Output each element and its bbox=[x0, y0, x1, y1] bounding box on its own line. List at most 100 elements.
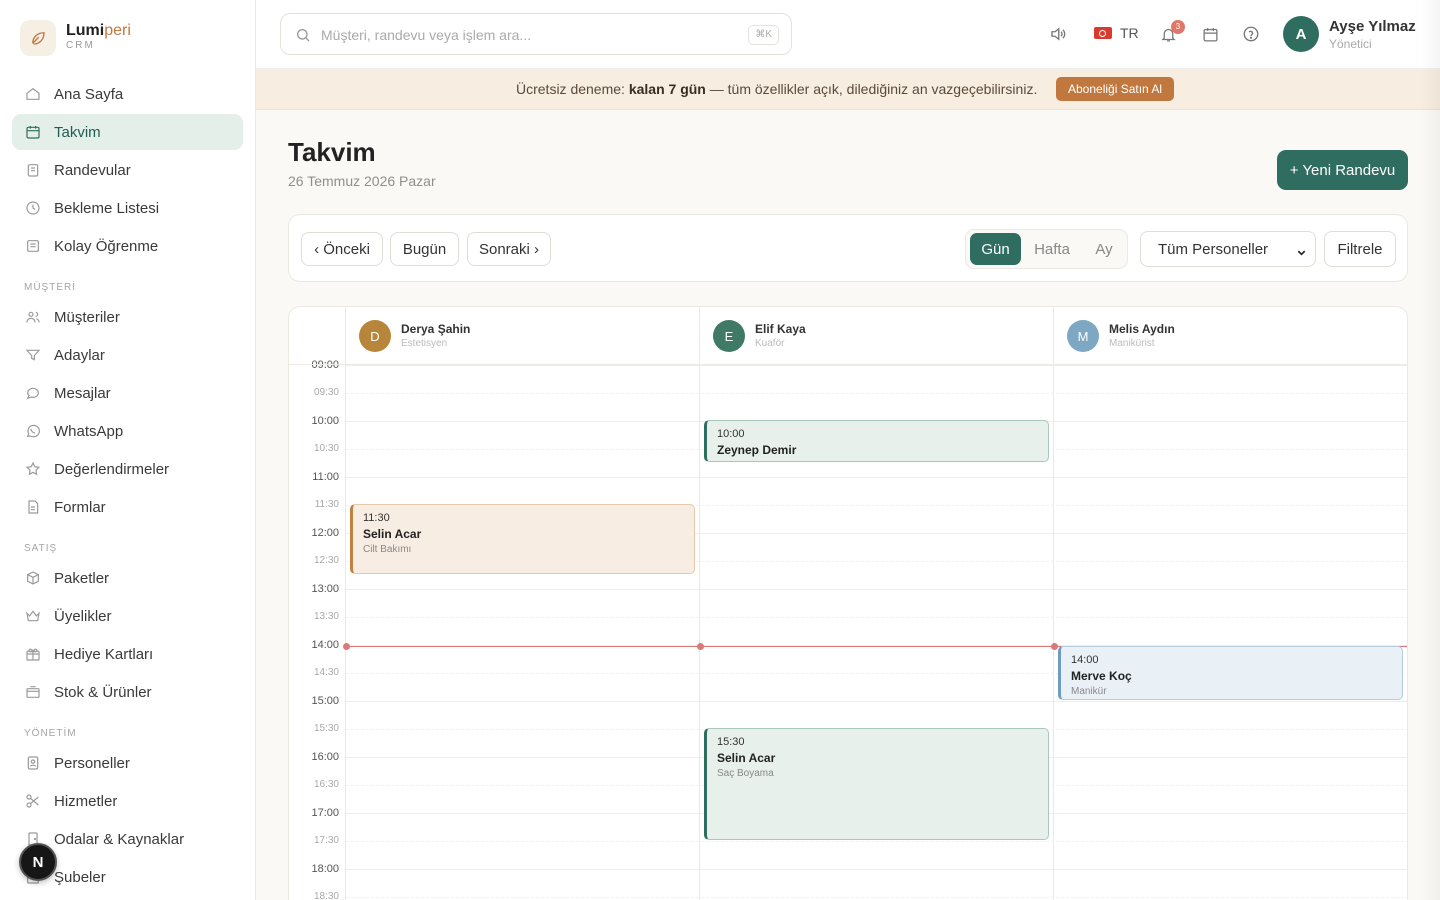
time-slot-line[interactable] bbox=[346, 897, 1407, 898]
sidebar-item-randevular[interactable]: Randevular bbox=[12, 152, 243, 188]
staff-filter-select[interactable]: Tüm Personeller bbox=[1140, 231, 1316, 267]
time-label: 17:30 bbox=[313, 835, 339, 846]
sidebar-item-label: Değerlendirmeler bbox=[54, 460, 170, 478]
sidebar-item-degerlendirmeler[interactable]: Değerlendirmeler bbox=[12, 451, 243, 487]
appointment-time: 14:00 bbox=[1071, 654, 1099, 666]
gift-icon bbox=[24, 645, 42, 663]
search-input[interactable]: Müşteri, randevu veya işlem ara... ⌘K bbox=[280, 13, 792, 55]
sidebar-item-mesajlar[interactable]: Mesajlar bbox=[12, 375, 243, 411]
time-slot-line[interactable] bbox=[346, 393, 1407, 394]
current-time-dot bbox=[697, 643, 704, 650]
box-icon bbox=[24, 569, 42, 587]
sidebar-item-hizmetler[interactable]: Hizmetler bbox=[12, 783, 243, 819]
time-label: 16:00 bbox=[311, 751, 339, 763]
sidebar-item-bekleme-listesi[interactable]: Bekleme Listesi bbox=[12, 190, 243, 226]
staff-column-header[interactable]: E Elif Kaya Kuaför bbox=[713, 319, 806, 353]
staff-role: Manikürist bbox=[1109, 337, 1155, 349]
sidebar-item-label: Şubeler bbox=[54, 868, 106, 886]
brand[interactable]: Lumiperi CRM bbox=[20, 20, 131, 56]
page-title: Takvim bbox=[288, 137, 376, 167]
sidebar-item-label: Müşteriler bbox=[54, 308, 120, 326]
brand-subtitle: CRM bbox=[66, 40, 95, 51]
buy-subscription-button[interactable]: Aboneliği Satın Al bbox=[1056, 77, 1175, 101]
help-icon[interactable] bbox=[1241, 24, 1261, 44]
staff-avatar: M bbox=[1067, 320, 1099, 352]
sidebar-item-ana-sayfa[interactable]: Ana Sayfa bbox=[12, 76, 243, 112]
language-code: TR bbox=[1120, 25, 1139, 41]
today-button[interactable]: Bugün bbox=[390, 232, 459, 266]
view-switcher: Gün Hafta Ay bbox=[965, 229, 1128, 269]
new-appointment-button[interactable]: + Yeni Randevu bbox=[1277, 150, 1408, 190]
time-slot-line[interactable] bbox=[346, 617, 1407, 618]
sidebar-item-label: Ana Sayfa bbox=[54, 85, 124, 103]
staff-avatar: E bbox=[713, 320, 745, 352]
star-icon bbox=[24, 460, 42, 478]
staff-column-header[interactable]: M Melis Aydın Manikürist bbox=[1067, 319, 1175, 353]
sidebar-item-musteriler[interactable]: Müşteriler bbox=[12, 299, 243, 335]
trial-banner: Ücretsiz deneme: kalan 7 gün — tüm özell… bbox=[256, 69, 1440, 110]
appointment-card[interactable]: 11:30 Selin Acar Cilt Bakımı bbox=[350, 504, 695, 574]
time-label: 11:30 bbox=[314, 499, 339, 510]
user-name[interactable]: Ayşe Yılmaz bbox=[1329, 18, 1416, 35]
home-icon bbox=[24, 85, 42, 103]
sidebar-item-stok-urunler[interactable]: Stok & Ürünler bbox=[12, 674, 243, 710]
scissors-icon bbox=[24, 792, 42, 810]
time-slot-line[interactable] bbox=[346, 365, 1407, 366]
brand-name: Lumiperi bbox=[66, 22, 131, 39]
time-slot-line[interactable] bbox=[346, 477, 1407, 478]
view-week-button[interactable]: Hafta bbox=[1024, 233, 1080, 265]
time-slot-line[interactable] bbox=[346, 701, 1407, 702]
calendar-icon[interactable] bbox=[1200, 24, 1220, 44]
column-divider bbox=[345, 307, 346, 900]
view-day-button[interactable]: Gün bbox=[970, 233, 1021, 265]
time-label: 13:00 bbox=[311, 583, 339, 595]
topbar: Müşteri, randevu veya işlem ara... ⌘K TR… bbox=[256, 0, 1440, 69]
sidebar-item-personeller[interactable]: Personeller bbox=[12, 745, 243, 781]
language-selector[interactable]: TR bbox=[1094, 25, 1139, 41]
sidebar-item-label: Kolay Öğrenme bbox=[54, 237, 159, 255]
sidebar-item-hediye-kartlari[interactable]: Hediye Kartları bbox=[12, 636, 243, 672]
appointment-client: Zeynep Demir bbox=[717, 443, 797, 457]
section-label-admin: YÖNETİM bbox=[24, 728, 77, 739]
sidebar-item-label: Üyelikler bbox=[54, 607, 112, 625]
avatar[interactable]: A bbox=[1283, 16, 1319, 52]
user-role: Yönetici bbox=[1329, 37, 1372, 51]
sidebar-item-adaylar[interactable]: Adaylar bbox=[12, 337, 243, 373]
time-slot-line[interactable] bbox=[346, 869, 1407, 870]
time-slot-line[interactable] bbox=[346, 589, 1407, 590]
staff-column-header[interactable]: D Derya Şahin Estetisyen bbox=[359, 319, 470, 353]
current-time-dot bbox=[1051, 643, 1058, 650]
appointment-card[interactable]: 14:00 Merve Koç Manikür bbox=[1058, 646, 1403, 700]
sidebar-item-label: Personeller bbox=[54, 754, 130, 772]
form-icon bbox=[24, 498, 42, 516]
sidebar-item-takvim[interactable]: Takvim bbox=[12, 114, 243, 150]
keyboard-shortcut: ⌘K bbox=[748, 25, 779, 45]
sidebar-item-label: Stok & Ürünler bbox=[54, 683, 152, 701]
day-calendar: 09:00 09:30 10:00 10:30 11:00 11:30 12:00 12:30… bbox=[288, 306, 1408, 900]
sidebar-item-kolay-ogrenme[interactable]: Kolay Öğrenme bbox=[12, 228, 243, 264]
time-label: 14:30 bbox=[313, 667, 339, 678]
filter-button[interactable]: Filtrele bbox=[1324, 231, 1396, 267]
floating-n-badge[interactable]: N bbox=[19, 843, 57, 881]
time-label: 13:30 bbox=[313, 611, 339, 622]
sidebar-item-whatsapp[interactable]: WhatsApp bbox=[12, 413, 243, 449]
sidebar-item-uyelikler[interactable]: Üyelikler bbox=[12, 598, 243, 634]
calendar-icon bbox=[24, 123, 42, 141]
time-label: 15:30 bbox=[313, 723, 339, 734]
next-button[interactable]: Sonraki › bbox=[467, 232, 551, 266]
time-label: 16:30 bbox=[313, 779, 339, 790]
previous-button[interactable]: ‹ Önceki bbox=[301, 232, 383, 266]
staff-avatar: D bbox=[359, 320, 391, 352]
staff-filter-value: Tüm Personeller bbox=[1158, 240, 1269, 258]
appointment-service: Saç Boyama bbox=[717, 768, 774, 779]
appointment-card[interactable]: 15:30 Selin Acar Saç Boyama bbox=[704, 728, 1049, 840]
time-slot-line[interactable] bbox=[346, 841, 1407, 842]
speaker-icon[interactable] bbox=[1048, 24, 1068, 44]
view-month-button[interactable]: Ay bbox=[1083, 233, 1125, 265]
sidebar-item-paketler[interactable]: Paketler bbox=[12, 560, 243, 596]
search-icon bbox=[295, 27, 311, 43]
time-label: 12:30 bbox=[313, 555, 339, 566]
sidebar-item-formlar[interactable]: Formlar bbox=[12, 489, 243, 525]
appointment-card[interactable]: 10:00 Zeynep Demir bbox=[704, 420, 1049, 462]
appointment-client: Merve Koç bbox=[1071, 669, 1132, 683]
